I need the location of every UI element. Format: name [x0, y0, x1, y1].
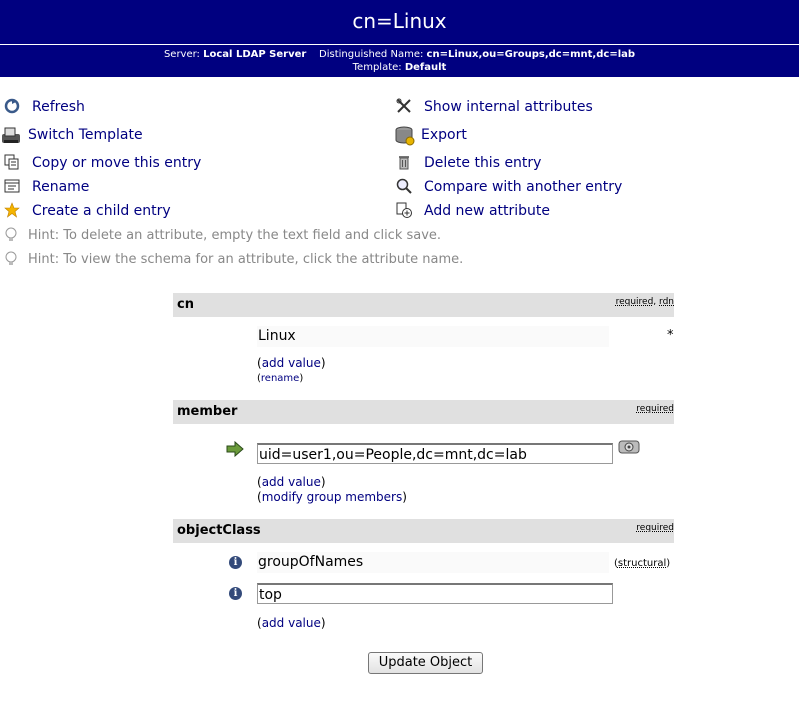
required-tag: required [636, 404, 674, 414]
member-modify: (modify group members) [257, 490, 407, 504]
paren: ) [320, 475, 326, 489]
switch-template-link[interactable]: Switch Template [0, 123, 143, 147]
hint-text: Hint: To delete an attribute, empty the … [28, 227, 442, 243]
attribute-tags: required [636, 404, 674, 414]
structural-label: (structural) [614, 558, 670, 569]
lightbulb-icon [4, 227, 20, 243]
create-child-link[interactable]: Create a child entry [4, 199, 171, 223]
required-tag: required [615, 297, 654, 307]
lightbulb-icon [4, 251, 20, 267]
server-value: Local LDAP Server [203, 49, 307, 60]
create-child-label: Create a child entry [32, 203, 171, 219]
page-title: cn=Linux [0, 0, 799, 45]
objectclass-add-value: (add value) [257, 616, 326, 630]
attribute-name-objectclass[interactable]: objectClass [177, 523, 261, 538]
refresh-icon [4, 98, 24, 116]
rename-label: Rename [32, 179, 90, 195]
delete-entry-label: Delete this entry [424, 155, 542, 171]
copy-move-label: Copy or move this entry [32, 155, 202, 171]
hint-text: Hint: To view the schema for an attribut… [28, 251, 464, 267]
delete-entry-link[interactable]: Delete this entry [396, 151, 541, 175]
trash-icon [396, 154, 416, 172]
member-add-value: (add value) [257, 475, 326, 489]
required-tag: required [636, 523, 674, 533]
server-label: Server: [163, 49, 200, 60]
export-link[interactable]: Export [394, 123, 467, 147]
tools-icon [396, 98, 416, 116]
attribute-name-cn[interactable]: cn [177, 297, 194, 312]
switch-template-label: Switch Template [28, 127, 143, 143]
required-asterisk: * [667, 328, 674, 343]
member-input[interactable]: uid=user1,ou=People,dc=mnt,dc=lab [257, 443, 613, 464]
show-internal-attributes-link[interactable]: Show internal attributes [396, 95, 593, 119]
attribute-name-member[interactable]: member [177, 404, 237, 419]
compare-entry-label: Compare with another entry [424, 179, 623, 195]
update-object-button[interactable]: Update Object [368, 652, 483, 674]
add-attribute-link[interactable]: Add new attribute [396, 199, 550, 223]
copy-icon [4, 154, 24, 172]
dn-label: Distinguished Name: [319, 49, 424, 60]
export-label: Export [421, 127, 467, 143]
add-attribute-icon [396, 202, 416, 220]
database-export-icon [394, 126, 416, 146]
paren: ) [320, 616, 326, 630]
add-value-link[interactable]: add value [262, 356, 321, 370]
attribute-tags: required, rdn [616, 297, 674, 307]
copy-move-link[interactable]: Copy or move this entry [4, 151, 201, 175]
show-internal-label: Show internal attributes [424, 99, 593, 115]
attribute-header-objectclass: objectClass required [173, 519, 674, 543]
rdn-tag: rdn [659, 297, 674, 307]
magnifier-icon [396, 178, 416, 196]
paren: ) [299, 373, 304, 384]
attribute-header-member: member required [173, 400, 674, 424]
cn-add-value: (add value) [257, 356, 326, 370]
star-icon [4, 202, 24, 220]
paren: ) [320, 356, 326, 370]
switch-template-icon [0, 126, 24, 144]
entry-info: Server: Local LDAP Server Distinguished … [0, 45, 799, 77]
info-icon[interactable]: i [229, 587, 242, 600]
go-to-member-arrow-icon[interactable] [226, 440, 244, 461]
hint-schema: Hint: To view the schema for an attribut… [4, 249, 463, 269]
add-value-link[interactable]: add value [262, 475, 321, 489]
cn-value: Linux [257, 326, 609, 347]
rename-icon [4, 178, 24, 196]
structural-text: structural [617, 558, 667, 569]
paren: ) [666, 558, 671, 569]
dn-value: cn=Linux,ou=Groups,dc=mnt,dc=lab [426, 49, 636, 60]
info-icon[interactable]: i [229, 556, 242, 569]
compare-entry-link[interactable]: Compare with another entry [396, 175, 622, 199]
refresh-label: Refresh [32, 99, 85, 115]
rename-link[interactable]: Rename [4, 175, 89, 199]
hint-delete: Hint: To delete an attribute, empty the … [4, 225, 441, 245]
add-attribute-label: Add new attribute [424, 203, 551, 219]
template-label: Template: [352, 62, 402, 73]
paren: ) [402, 490, 407, 504]
cn-rename: (rename) [257, 373, 303, 384]
browse-entry-icon[interactable] [617, 437, 641, 461]
objectclass-input[interactable]: top [257, 583, 613, 604]
rename-link-small[interactable]: rename [261, 373, 299, 384]
refresh-link[interactable]: Refresh [4, 95, 85, 119]
attribute-header-cn: cn required, rdn [173, 293, 674, 317]
template-value: Default [404, 62, 447, 73]
add-value-link[interactable]: add value [262, 616, 321, 630]
objectclass-value-1: groupOfNames [257, 552, 609, 573]
modify-group-members-link[interactable]: modify group members [262, 490, 403, 504]
attribute-tags: required [636, 523, 674, 533]
